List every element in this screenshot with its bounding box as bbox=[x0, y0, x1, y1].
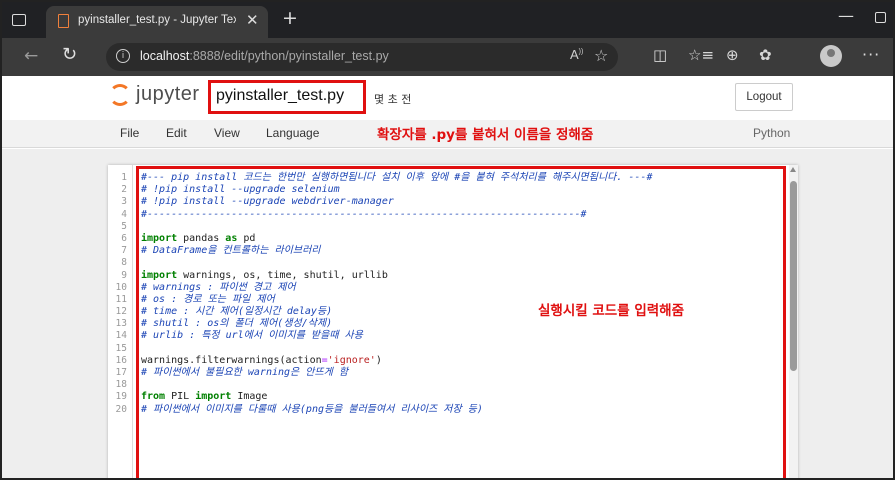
site-info-icon[interactable]: i bbox=[116, 49, 130, 63]
code-annotation: 실행시킬 코드를 입력해줌 bbox=[538, 303, 685, 319]
line-number: 10 bbox=[115, 281, 127, 293]
reload-icon[interactable]: ↻ bbox=[62, 44, 77, 65]
menu-edit[interactable]: Edit bbox=[166, 126, 187, 140]
document-icon bbox=[58, 14, 69, 28]
url-host: localhost bbox=[140, 49, 190, 63]
menu-language[interactable]: Language bbox=[266, 126, 319, 140]
jupyter-logo-text[interactable]: jupyter bbox=[136, 83, 200, 106]
line-number: 20 bbox=[115, 403, 127, 415]
code-highlight-box bbox=[136, 166, 786, 478]
browser-tab-strip: pyinstaller_test.py - Jupyter Text E ✕ +… bbox=[2, 2, 893, 38]
screenshot-frame: pyinstaller_test.py - Jupyter Text E ✕ +… bbox=[0, 0, 895, 480]
scrollbar-thumb[interactable] bbox=[790, 181, 797, 371]
logout-button[interactable]: Logout bbox=[735, 83, 793, 111]
window-menu-icon[interactable] bbox=[12, 14, 26, 26]
line-number: 16 bbox=[115, 354, 127, 366]
line-number: 13 bbox=[115, 318, 127, 330]
line-number: 1 bbox=[121, 172, 127, 183]
language-mode: Python bbox=[753, 126, 791, 140]
menu-bar: File Edit View Language 확장자를 .py를 붙혀서 이름… bbox=[2, 120, 893, 148]
line-number: 7 bbox=[121, 245, 127, 257]
favorite-star-icon[interactable]: ☆ bbox=[594, 46, 608, 65]
minimize-icon[interactable]: — bbox=[838, 6, 854, 25]
line-number: 5 bbox=[121, 220, 127, 232]
address-bar[interactable]: i localhost:8888/edit/python/pyinstaller… bbox=[106, 43, 618, 71]
split-screen-icon[interactable]: ◫ bbox=[653, 46, 667, 64]
line-number: 6 bbox=[121, 232, 127, 244]
new-tab-icon[interactable]: + bbox=[282, 7, 298, 29]
save-status: 몇 초 전 bbox=[374, 93, 412, 106]
close-tab-icon[interactable]: ✕ bbox=[246, 11, 259, 29]
read-aloud-glyph: A bbox=[570, 47, 579, 62]
favorites-list-icon[interactable]: ☆≡ bbox=[688, 46, 714, 64]
line-number: 19 bbox=[115, 391, 127, 403]
jupyter-header: jupyter pyinstaller_test.py 몇 초 전 Logout bbox=[2, 76, 893, 120]
editor-background: 1 #--- pip install 코드는 한번만 실행하면됩니다 설치 이후 … bbox=[2, 149, 893, 478]
maximize-icon[interactable] bbox=[875, 12, 886, 23]
line-number: 2 bbox=[121, 184, 127, 196]
more-options-icon[interactable]: ··· bbox=[862, 45, 880, 64]
back-arrow-icon[interactable]: ← bbox=[24, 46, 38, 66]
line-number: 15 bbox=[115, 342, 127, 354]
line-number: 4 bbox=[121, 208, 127, 220]
line-number: 3 bbox=[121, 196, 127, 208]
url-text[interactable]: localhost:8888/edit/python/pyinstaller_t… bbox=[140, 49, 389, 63]
read-aloud-icon[interactable]: A)) bbox=[570, 47, 583, 62]
menu-file[interactable]: File bbox=[120, 126, 139, 140]
line-number: 14 bbox=[115, 330, 127, 342]
line-number: 9 bbox=[121, 269, 127, 281]
extensions-icon[interactable]: ✿ bbox=[759, 46, 772, 64]
rename-annotation: 확장자를 .py를 붙혀서 이름을 정해줌 bbox=[377, 127, 594, 143]
vertical-scrollbar[interactable] bbox=[789, 165, 798, 478]
url-path: :8888/edit/python/pyinstaller_test.py bbox=[189, 49, 389, 63]
filename-highlight-box bbox=[208, 80, 366, 114]
menu-view[interactable]: View bbox=[214, 126, 240, 140]
collections-icon[interactable]: ⊕ bbox=[726, 46, 739, 64]
tab-title: pyinstaller_test.py - Jupyter Text E bbox=[78, 14, 236, 26]
line-number: 17 bbox=[115, 367, 127, 378]
jupyter-logo-icon[interactable] bbox=[109, 84, 131, 106]
code-editor[interactable]: 1 #--- pip install 코드는 한번만 실행하면됩니다 설치 이후 … bbox=[108, 165, 798, 478]
scroll-up-arrow-icon[interactable] bbox=[790, 167, 796, 172]
browser-tab-active[interactable]: pyinstaller_test.py - Jupyter Text E ✕ bbox=[46, 6, 268, 38]
browser-toolbar: ← ↻ i localhost:8888/edit/python/pyinsta… bbox=[2, 38, 893, 76]
line-number: 18 bbox=[115, 379, 127, 391]
profile-avatar[interactable] bbox=[820, 45, 842, 67]
line-number: 11 bbox=[115, 293, 127, 305]
line-number: 8 bbox=[121, 257, 127, 269]
line-number: 12 bbox=[115, 306, 127, 318]
